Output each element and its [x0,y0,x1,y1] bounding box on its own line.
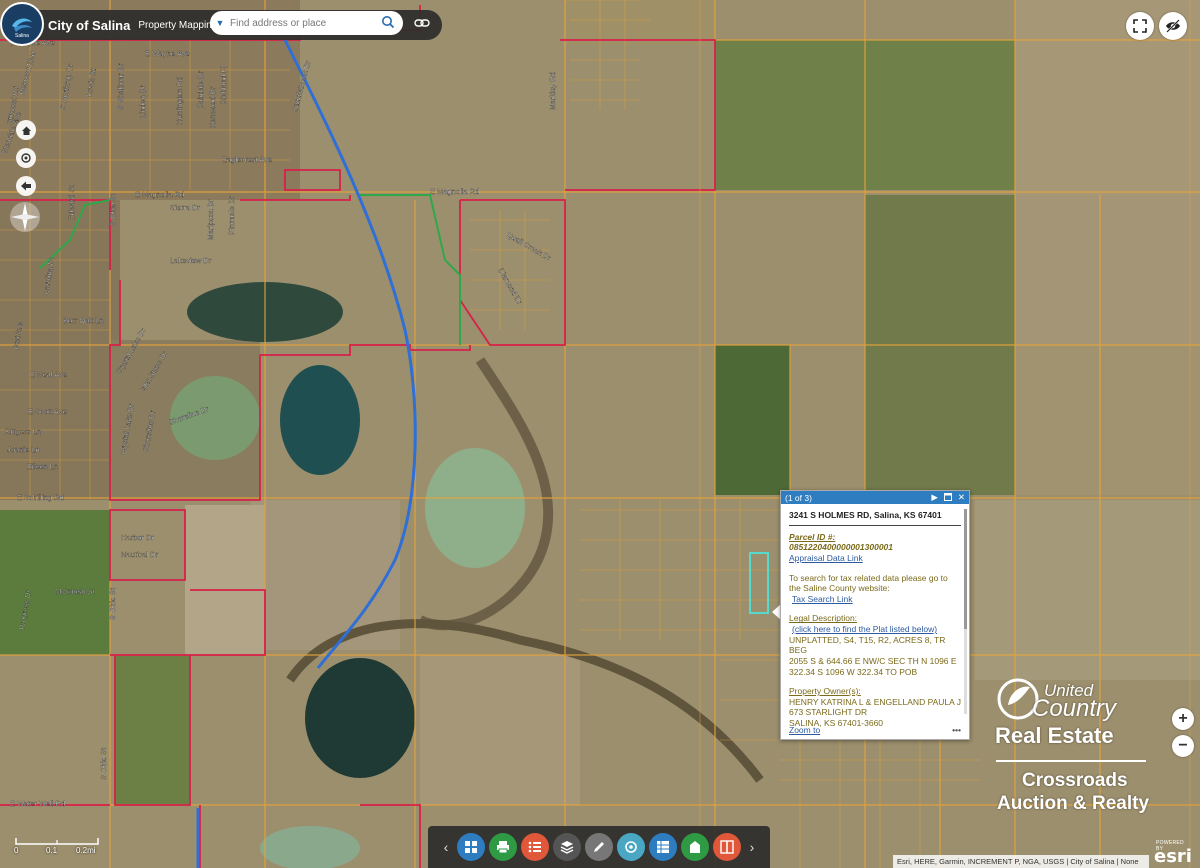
street-label: Kenwood Dr [208,86,217,128]
esri-wordmark: esri [1154,846,1192,867]
locate-icon[interactable] [16,148,36,168]
fullscreen-icon[interactable] [1126,12,1154,40]
legal-description-label: Legal Description: [789,613,858,624]
search-box: ▼ [210,11,403,35]
close-icon[interactable]: ✕ [958,492,965,503]
appraisal-data-link[interactable]: Appraisal Data Link [789,553,961,564]
search-input[interactable] [230,17,360,29]
street-label: Linden Dr [138,85,147,118]
street-label: S Ohio St [108,587,117,620]
street-label: Markley Rd [548,72,557,110]
zoom-in-button[interactable]: + [1172,708,1194,730]
scale-bar: 0 0.1 0.2mi [14,836,104,862]
street-label: Richland Pl [219,66,228,104]
street-label: Eaglecrest Ave [222,155,272,164]
scale-label-0: 0 [14,846,19,855]
search-source-dropdown[interactable]: ▼ [210,18,230,28]
watermark-crossroads: Crossroads [1022,770,1128,791]
maximize-icon[interactable] [943,492,952,503]
street-label: Eileen Ln [27,462,58,471]
parcel-id-value: 0851220400000001300001 [789,542,894,553]
measure-pencil-icon[interactable] [585,833,613,861]
street-label: S Shalimar Dr [116,63,125,110]
legend-list-icon[interactable] [521,833,549,861]
street-label: E Magnolia Rd [430,187,479,196]
street-label: Joanie Ln [7,445,40,454]
zoom-to-link[interactable]: Zoom to [789,725,820,735]
tax-text-2: the Saline County website: [789,583,890,594]
compass-icon[interactable] [8,200,42,234]
brand-line-2: Country [1032,695,1117,722]
basemap-gallery-icon[interactable] [457,833,485,861]
watermark-auction-realty: Auction & Realty [997,793,1150,814]
layers-icon[interactable] [553,833,581,861]
eye-slash-icon[interactable] [1159,12,1187,40]
watermark-logo: United Country [994,675,1154,725]
street-label: McIntosh St [55,587,96,596]
map-attribution: Esri, HERE, Garmin, INCREMENT P, NGA, US… [893,855,1149,868]
parcel-id-label: Parcel ID #: [789,531,836,542]
street-label: Nautical Dr [121,550,159,559]
street-label: Fairdale Dr [196,70,205,108]
plat-link[interactable]: (click here to find the Plat listed belo… [792,624,961,635]
attribute-table-icon[interactable] [649,833,677,861]
street-label: Mariposa Dr [206,199,215,240]
legal-line-3: 322.34 S 1096 W 322.34 TO POB [789,666,918,677]
legal-line-1: UNPLATTED, S4, T15, R2, ACRES 8, TR BEG [789,634,946,656]
tax-text-1: To search for tax related data please go… [789,572,948,583]
street-label: E Magnolia Rd [135,190,184,199]
bottom-toolbar: ‹ › [428,826,770,868]
legal-line-2: 2055 S & 644.66 E NW/C SEC TH N 1096 E [789,655,957,666]
swipe-tool-icon[interactable] [713,833,741,861]
draw-tools-icon[interactable] [617,833,645,861]
popup-header: (1 of 3) ▶ ✕ [781,491,969,504]
street-label: E Scott Ave [28,407,67,416]
street-label: S Ohio St [99,747,108,780]
next-feature-icon[interactable]: ▶ [931,492,938,503]
parcel-popup: (1 of 3) ▶ ✕ 3241 S HOLMES RD, Salina, K… [780,490,970,740]
popup-scrollbar[interactable] [964,509,967,714]
watermark-divider [996,760,1146,762]
street-label: Sierra Dr [170,203,201,212]
scale-label-2: 0.2mi [76,846,96,855]
street-label: S Ohio St [108,193,117,226]
street-label: Rittgers Ln [5,427,41,436]
select-parcel-icon[interactable] [681,833,709,861]
toolbar-next-button[interactable]: › [745,839,759,855]
watermark-real-estate: Real Estate [995,723,1114,748]
more-options-icon[interactable]: ••• [952,725,961,735]
popup-feature-count: (1 of 3) [785,492,812,503]
popup-address: 3241 S HOLMES RD, Salina, KS 67401 [789,510,961,526]
street-label: E Neal Ave [30,370,67,379]
street-label: E Water Well Rd [10,799,65,808]
app-title: City of Salina [48,17,131,33]
street-label: E Schilling Rd [17,493,64,502]
home-icon[interactable] [16,120,36,140]
app-subtitle: Property Mapping [138,19,218,31]
toolbar-prev-button[interactable]: ‹ [439,839,453,855]
back-arrow-icon[interactable] [16,176,36,196]
logo-text: Salina [15,33,29,39]
owner-line-2: 673 STARLIGHT DR [789,707,868,718]
street-label: Pinnacle Dr [227,196,236,235]
street-label: Edward St [67,184,76,220]
zoom-out-button[interactable]: − [1172,735,1194,757]
street-label: Huntington Rd [175,77,184,125]
share-link-icon[interactable] [410,12,434,34]
search-icon[interactable] [381,15,395,34]
street-label: Burr Oak Ln [63,316,103,325]
street-label: Harbor Dr [121,533,154,542]
city-logo[interactable]: Salina [0,2,44,46]
tax-search-link[interactable]: Tax Search Link [792,594,961,605]
street-label: E Wayne Ave [145,49,190,58]
owner-label: Property Owner(s): [789,686,861,697]
print-icon[interactable] [489,833,517,861]
scale-label-1: 0.1 [46,846,58,855]
street-label: Lakeview Dr [170,256,212,265]
owner-line-1: HENRY KATRINA L & ENGELLAND PAULA J [789,696,961,707]
